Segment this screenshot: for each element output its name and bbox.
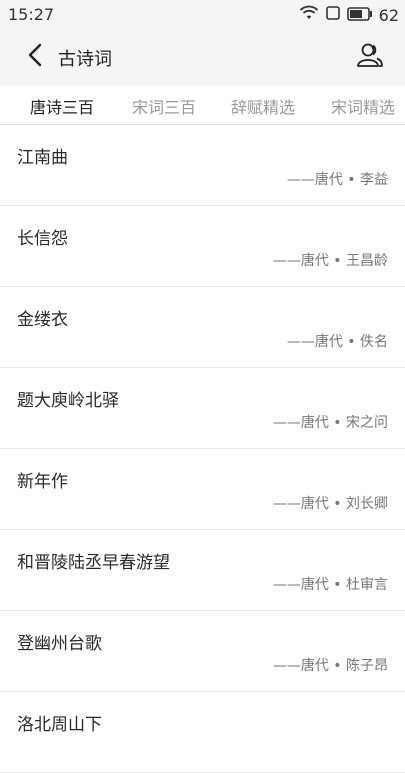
- back-button[interactable]: [20, 42, 50, 72]
- list-item[interactable]: 和晋陵陆丞早春游望 ——唐代 • 杜审言: [0, 530, 405, 611]
- tab-song-ci-300[interactable]: 宋词三百: [132, 94, 196, 118]
- poem-title: 题大庾岭北驿: [17, 391, 119, 411]
- screen-rotate-icon: [325, 5, 341, 25]
- wifi-icon: [299, 5, 319, 25]
- poem-author: ——唐代 • 王昌龄: [272, 253, 388, 269]
- battery-level: 62: [378, 5, 399, 25]
- list-item[interactable]: 题大庾岭北驿 ——唐代 • 宋之问: [0, 368, 405, 449]
- poem-author: ——唐代 • 佚名: [286, 334, 388, 350]
- status-icons: 62: [299, 5, 399, 25]
- poem-title: 登幽州台歌: [17, 634, 102, 654]
- poem-title: 江南曲: [17, 148, 68, 168]
- list-item[interactable]: 洛北周山下: [0, 692, 405, 773]
- poem-author: ——唐代 • 陈子昂: [272, 658, 388, 674]
- list-item[interactable]: 金缕衣 ——唐代 • 佚名: [0, 287, 405, 368]
- list-item[interactable]: 江南曲 ——唐代 • 李益: [0, 125, 405, 206]
- poem-list: 江南曲 ——唐代 • 李益 长信怨 ——唐代 • 王昌龄 金缕衣 ——唐代 • …: [0, 125, 405, 773]
- list-item[interactable]: 登幽州台歌 ——唐代 • 陈子昂: [0, 611, 405, 692]
- tab-cifu-selected[interactable]: 辞赋精选: [231, 94, 295, 118]
- tab-tang-300[interactable]: 唐诗三百: [30, 94, 94, 118]
- battery-icon: [346, 6, 373, 25]
- tab-song-ci-selected[interactable]: 宋词精选: [331, 94, 395, 118]
- poem-title: 金缕衣: [17, 310, 68, 330]
- poem-title: 新年作: [17, 472, 68, 492]
- poem-author: ——唐代 • 杜审言: [272, 577, 388, 593]
- poem-title: 洛北周山下: [17, 715, 102, 735]
- poem-author: ——唐代 • 刘长卿: [272, 496, 388, 512]
- user-button[interactable]: [355, 42, 385, 72]
- poem-author: ——唐代 • 李益: [286, 172, 388, 188]
- page-title: 古诗词: [58, 49, 112, 70]
- user-icon: [356, 42, 384, 72]
- list-item[interactable]: 新年作 ——唐代 • 刘长卿: [0, 449, 405, 530]
- poem-author: ——唐代 • 宋之问: [272, 415, 388, 431]
- poem-title: 长信怨: [17, 229, 68, 249]
- app-bar: 古诗词: [0, 30, 405, 86]
- status-time: 15:27: [8, 5, 55, 24]
- poem-title: 和晋陵陆丞早春游望: [17, 553, 170, 573]
- status-bar: 15:27 62: [0, 0, 405, 30]
- category-tabs: 唐诗三百 宋词三百 辞赋精选 宋词精选: [0, 86, 405, 125]
- list-item[interactable]: 长信怨 ——唐代 • 王昌龄: [0, 206, 405, 287]
- chevron-left-icon: [27, 43, 43, 71]
